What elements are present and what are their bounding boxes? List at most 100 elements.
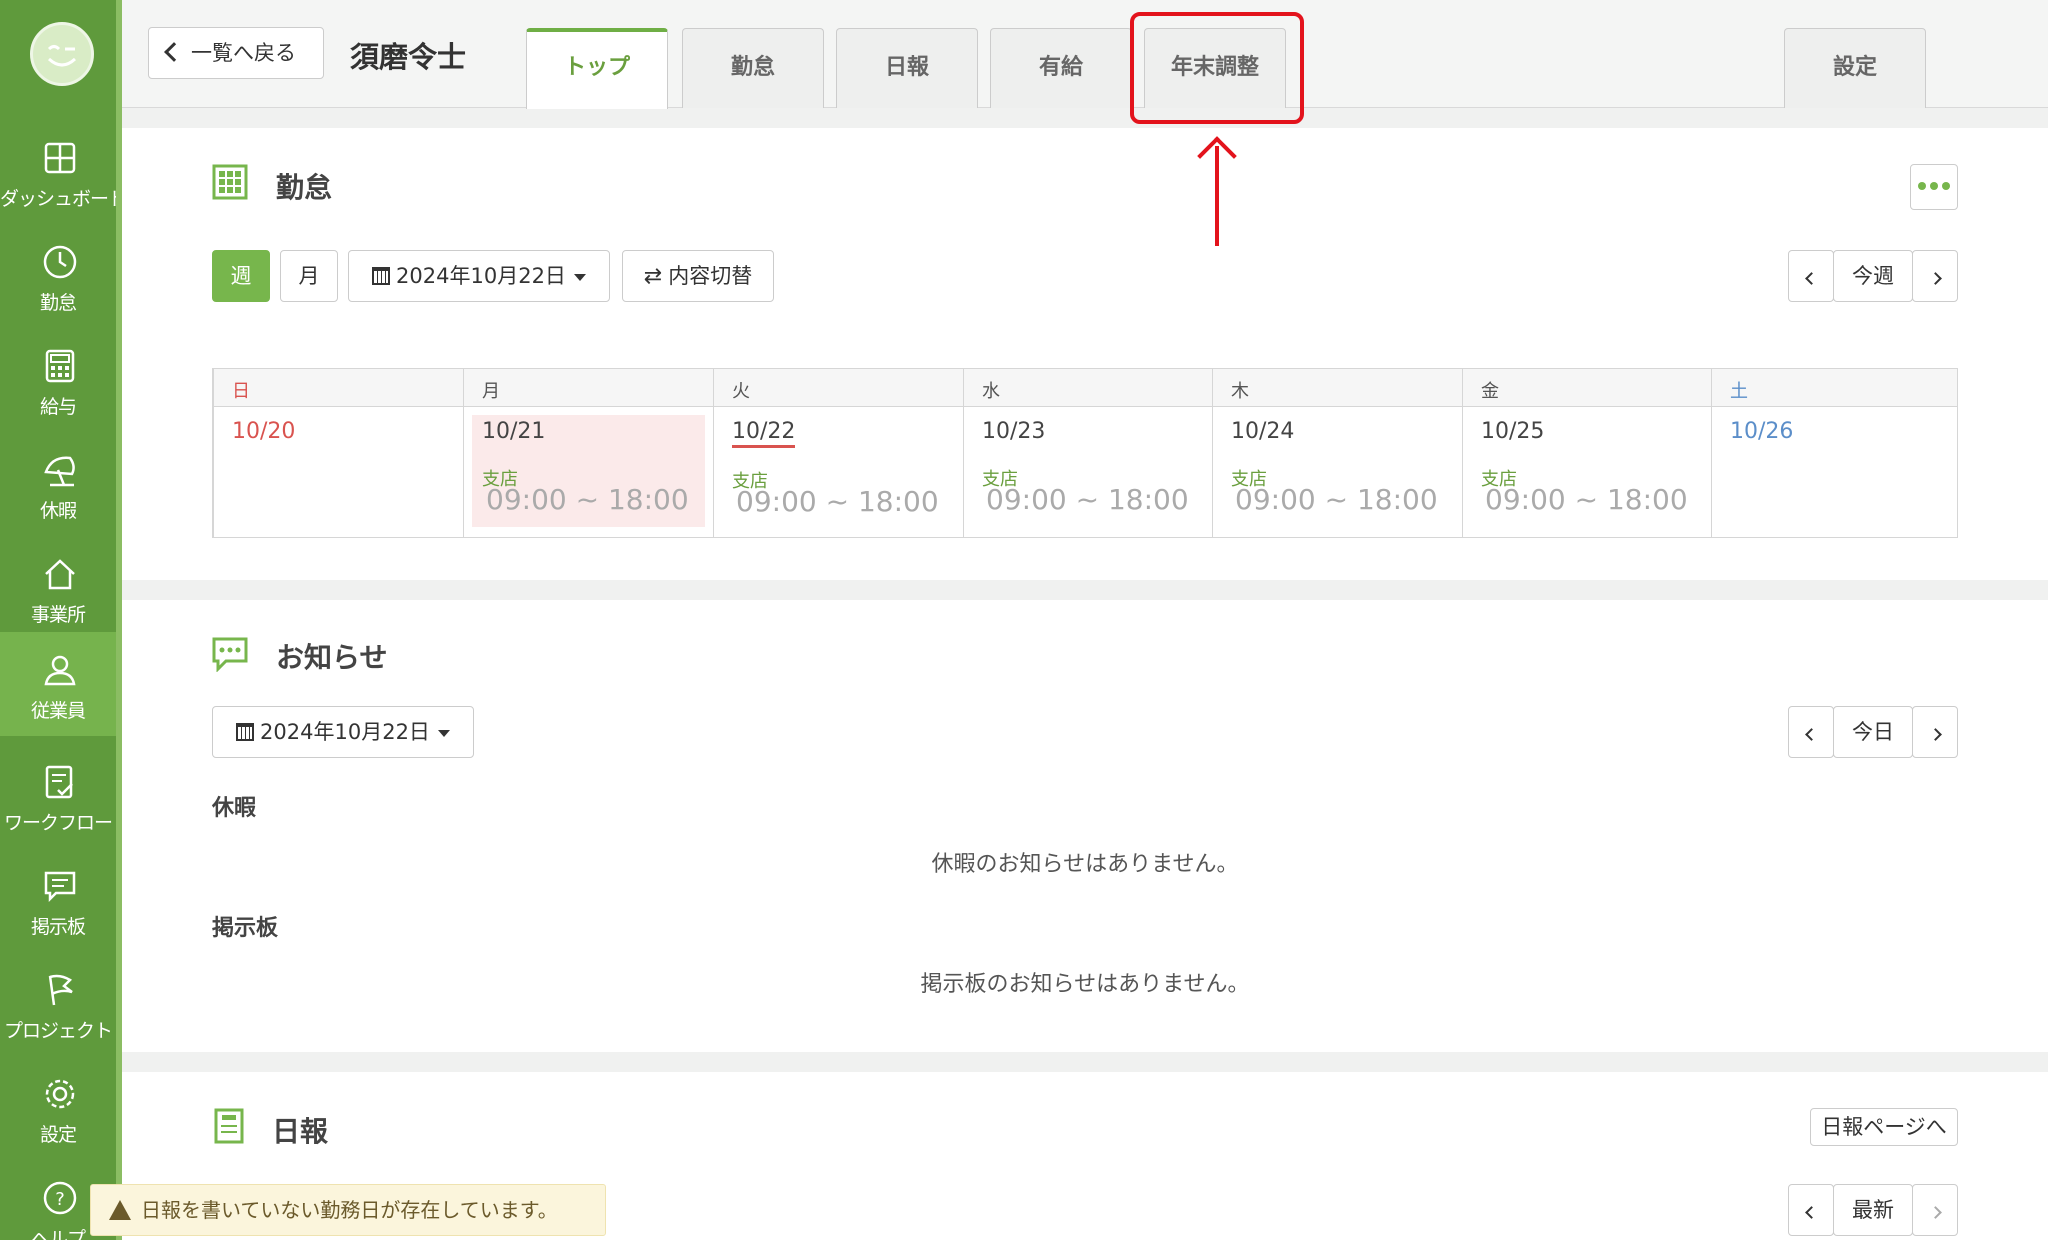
warning-icon xyxy=(109,1200,131,1240)
day-of-week: 金 xyxy=(1481,381,1499,402)
toggle-content-button[interactable]: ⇄ 内容切替 xyxy=(622,250,774,302)
chevron-right-icon xyxy=(1928,728,1942,741)
shift-time: 09:00 ~ 18:00 xyxy=(736,485,939,518)
sidebar-item-label: 掲示板 xyxy=(30,916,86,938)
daily-report-title: 日報 xyxy=(272,1115,329,1148)
prev-day-button[interactable] xyxy=(1788,706,1834,758)
sidebar-item-label: 勤怠 xyxy=(39,292,77,314)
smile-logo-icon xyxy=(47,45,77,67)
chat-icon xyxy=(44,871,76,903)
person-icon xyxy=(44,655,76,686)
calendar-day-wednesday[interactable]: 水 10/23 支店 09:00 ~ 18:00 xyxy=(963,369,1212,537)
calendar-day-saturday[interactable]: 土 10/26 xyxy=(1711,369,1957,537)
gear-icon xyxy=(45,1079,75,1109)
day-of-week: 日 xyxy=(232,381,250,402)
calendar-day-monday[interactable]: 月 10/21 支店 09:00 ~ 18:00 xyxy=(463,369,713,537)
sidebar-item-label: 従業員 xyxy=(30,700,86,722)
day-date: 10/26 xyxy=(1730,419,1794,444)
toggle-content-label: 内容切替 xyxy=(668,264,753,288)
next-day-button[interactable] xyxy=(1912,706,1958,758)
missing-report-warning: 日報を書いていない勤務日が存在しています。 xyxy=(90,1184,606,1240)
calendar-icon xyxy=(372,267,391,285)
tab-settings[interactable]: 設定 xyxy=(1784,28,1926,108)
tab-daily-report[interactable]: 日報 xyxy=(836,28,978,108)
day-of-week: 火 xyxy=(732,381,750,402)
latest-report-button[interactable]: 最新 xyxy=(1833,1184,1913,1236)
help-icon: ? xyxy=(43,1181,77,1215)
board-empty-message: 掲示板のお知らせはありません。 xyxy=(920,972,1250,997)
sidebar-item-workflow[interactable]: ワークフロー xyxy=(0,744,116,848)
month-view-button[interactable]: 月 xyxy=(280,250,338,302)
date-picker-label: 2024年10月22日 xyxy=(396,264,566,288)
sidebar-item-label: ワークフロー xyxy=(3,812,113,834)
board-section-label: 掲示板 xyxy=(212,916,279,941)
notices-title: お知らせ xyxy=(276,641,388,674)
day-date-today: 10/22 xyxy=(732,419,796,448)
date-picker-label: 2024年10月22日 xyxy=(260,720,430,744)
notices-panel: お知らせ 2024年10月22日 今日 休暇 休暇のお知らせはありません。 掲示… xyxy=(122,600,2048,1052)
tab-paid-leave[interactable]: 有給 xyxy=(990,28,1132,108)
this-week-button[interactable]: 今週 xyxy=(1833,250,1913,302)
day-of-week: 水 xyxy=(982,381,1000,402)
calendar-day-friday[interactable]: 金 10/25 支店 09:00 ~ 18:00 xyxy=(1462,369,1711,537)
calendar-icon xyxy=(236,723,255,741)
sidebar-item-attendance[interactable]: 勤怠 xyxy=(0,224,116,328)
clock-icon xyxy=(43,245,77,279)
day-date: 10/24 xyxy=(1231,419,1295,444)
calendar-grid-icon xyxy=(212,164,248,200)
week-view-button[interactable]: 週 xyxy=(212,250,270,302)
calendar-day-tuesday[interactable]: 火 10/22 支店 09:00 ~ 18:00 xyxy=(713,369,963,537)
shift-time: 09:00 ~ 18:00 xyxy=(1235,483,1438,516)
tab-top[interactable]: トップ xyxy=(526,28,668,109)
next-week-button[interactable] xyxy=(1912,250,1958,302)
calendar-day-thursday[interactable]: 木 10/24 支店 09:00 ~ 18:00 xyxy=(1212,369,1462,537)
back-to-list-button[interactable]: 一覧へ戻る xyxy=(148,27,324,79)
week-calendar: 日 10/20 月 10/21 支店 09:00 ~ 18:00 火 10/22… xyxy=(212,368,1958,538)
sidebar-item-label: ダッシュボード xyxy=(0,188,127,210)
sidebar-item-payroll[interactable]: 給与 xyxy=(0,328,116,432)
flag-icon xyxy=(48,974,73,1006)
sidebar-item-label: 設定 xyxy=(39,1124,77,1146)
daily-report-page-link[interactable]: 日報ページへ xyxy=(1810,1108,1958,1146)
shift-time: 09:00 ~ 18:00 xyxy=(486,483,689,516)
chevron-right-icon xyxy=(1928,1206,1942,1219)
sidebar-item-board[interactable]: 掲示板 xyxy=(0,848,116,952)
leave-section-label: 休暇 xyxy=(212,796,257,821)
notepad-icon xyxy=(214,1108,244,1144)
sidebar-item-label: プロジェクト xyxy=(3,1020,113,1042)
today-button[interactable]: 今日 xyxy=(1833,706,1913,758)
sidebar-item-project[interactable]: プロジェクト xyxy=(0,952,116,1056)
sidebar-item-settings[interactable]: 設定 xyxy=(0,1056,116,1160)
date-picker-button[interactable]: 2024年10月22日 xyxy=(348,250,610,302)
sidebar: ダッシュボード 勤怠 給与 休暇 事業所 従業員 ワークフロー 掲示板 プロジェ… xyxy=(0,0,127,1240)
day-of-week: 月 xyxy=(482,381,500,402)
swap-arrows-icon: ⇄ xyxy=(643,264,663,289)
notices-date-picker-button[interactable]: 2024年10月22日 xyxy=(212,706,474,758)
dashboard-icon xyxy=(44,142,76,174)
chevron-left-icon xyxy=(1804,272,1818,285)
chevron-left-icon xyxy=(1804,1206,1818,1219)
chevron-left-icon xyxy=(1804,728,1818,741)
sidebar-item-leave[interactable]: 休暇 xyxy=(0,432,116,536)
attendance-title: 勤怠 xyxy=(276,171,333,204)
app-logo[interactable] xyxy=(30,22,94,86)
sidebar-item-employees[interactable]: 従業員 xyxy=(0,632,116,736)
workflow-icon xyxy=(45,765,73,799)
calculator-icon xyxy=(45,349,75,383)
leave-empty-message: 休暇のお知らせはありません。 xyxy=(931,852,1239,877)
tab-attendance[interactable]: 勤怠 xyxy=(682,28,824,108)
arrow-annotation-shaft xyxy=(1215,146,1219,246)
warning-text: 日報を書いていない勤務日が存在しています。 xyxy=(141,1198,558,1222)
calendar-day-sunday[interactable]: 日 10/20 xyxy=(213,369,463,537)
sidebar-item-dashboard[interactable]: ダッシュボード xyxy=(0,120,127,224)
sidebar-item-label: 給与 xyxy=(39,396,77,418)
prev-week-button[interactable] xyxy=(1788,250,1834,302)
employee-header: 一覧へ戻る 須磨令士 トップ 勤怠 日報 有給 年末調整 設定 xyxy=(122,0,2048,109)
sidebar-item-label: 事業所 xyxy=(30,604,86,626)
sidebar-item-office[interactable]: 事業所 xyxy=(0,536,116,640)
more-options-button[interactable] xyxy=(1910,164,1958,210)
next-report-button[interactable] xyxy=(1912,1184,1958,1236)
more-dots-icon xyxy=(1918,182,1950,190)
prev-report-button[interactable] xyxy=(1788,1184,1834,1236)
day-date: 10/20 xyxy=(232,419,296,444)
